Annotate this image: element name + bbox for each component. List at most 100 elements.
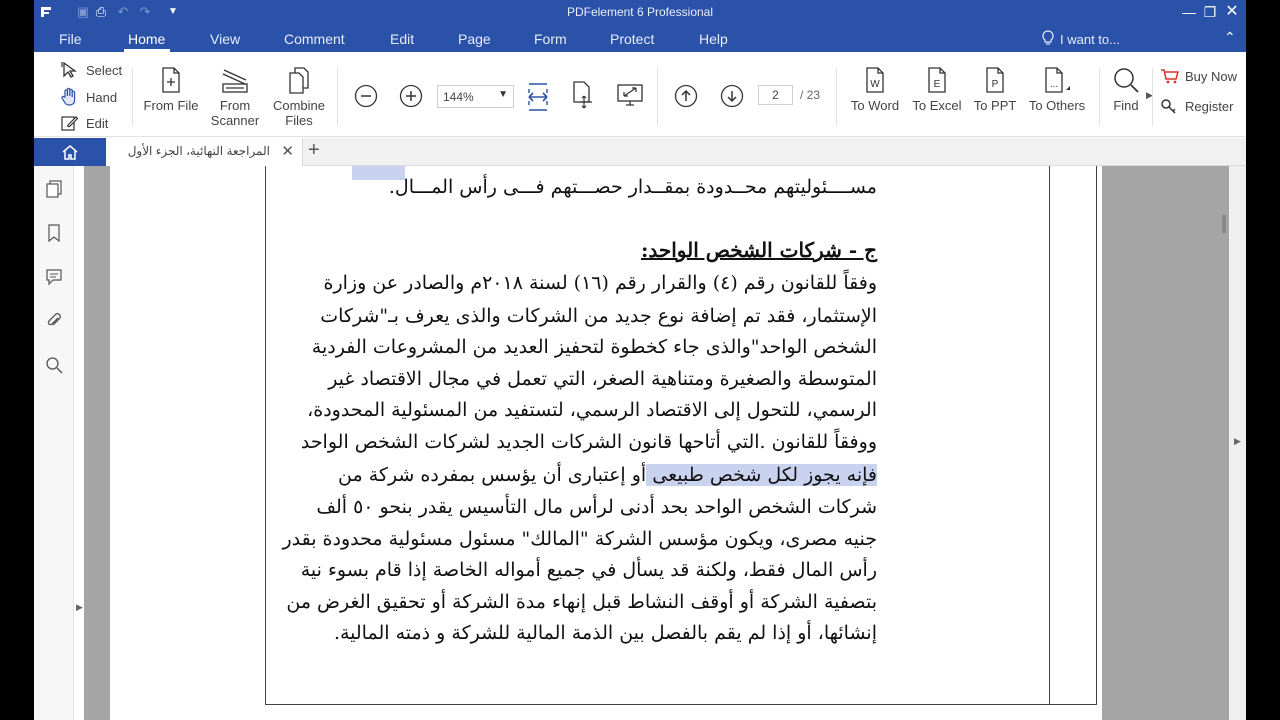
attachment-icon[interactable] xyxy=(45,312,63,330)
lightbulb-icon xyxy=(1042,30,1054,45)
screen-frame-left xyxy=(0,0,34,720)
register-button[interactable]: Register xyxy=(1160,98,1233,114)
to-word-label: To Word xyxy=(850,98,900,113)
menu-help[interactable]: Help xyxy=(699,31,728,47)
to-others-button[interactable]: ... To Others xyxy=(1026,66,1088,113)
find-button[interactable]: Find xyxy=(1109,66,1143,113)
add-tab-icon[interactable]: + xyxy=(308,139,320,162)
fit-page-icon[interactable] xyxy=(570,80,596,110)
ppt-file-icon: P xyxy=(986,67,1004,93)
text-line: وفقاً للقانون رقم (٤) والقرار رقم (١٦) ل… xyxy=(323,272,878,294)
menu-bar: File Home View Comment Edit Page Form Pr… xyxy=(34,25,1246,52)
fit-width-icon[interactable] xyxy=(526,82,550,112)
restore-icon[interactable]: ❐ xyxy=(1199,2,1221,22)
buy-now-label: Buy Now xyxy=(1185,68,1238,84)
collapse-ribbon-icon[interactable]: ⌃ xyxy=(1224,29,1236,46)
search-icon[interactable] xyxy=(45,356,63,374)
to-excel-button[interactable]: E To Excel xyxy=(908,66,966,113)
text-line: الرسمي، للتحول إلى الاقتصاد الرسمي، لتست… xyxy=(307,399,877,421)
to-word-button[interactable]: W To Word xyxy=(846,66,904,113)
next-page-icon[interactable] xyxy=(720,84,744,108)
edit-icon xyxy=(61,116,78,131)
menu-protect[interactable]: Protect xyxy=(610,31,654,47)
new-file-icon xyxy=(162,67,180,93)
svg-text:E: E xyxy=(934,79,941,90)
combine-files-button[interactable]: Combine Files xyxy=(270,66,328,128)
zoom-select[interactable]: 144% ▼ xyxy=(437,85,514,108)
table-column-divider xyxy=(1049,166,1050,705)
ribbon-separator xyxy=(1099,68,1100,126)
text-line: الشخص الواحد"والذى جاء كخطوة لتحفيز العد… xyxy=(311,336,877,358)
document-tab-bar: المراجعة النهائية، الجزء الأول ✕ + xyxy=(34,138,1246,166)
to-ppt-button[interactable]: P To PPT xyxy=(966,66,1024,113)
home-tab[interactable] xyxy=(34,138,106,166)
menu-home[interactable]: Home xyxy=(128,31,165,47)
expand-sidebar-icon[interactable]: ▶ xyxy=(76,602,83,613)
to-excel-label: To Excel xyxy=(912,98,962,113)
menu-edit[interactable]: Edit xyxy=(390,31,414,47)
bookmark-icon[interactable] xyxy=(45,224,63,242)
from-file-label: From File xyxy=(143,98,199,113)
menu-form[interactable]: Form xyxy=(534,31,567,47)
search-input[interactable]: I want to... xyxy=(1060,32,1120,47)
page-total: / 23 xyxy=(800,88,821,102)
menu-comment[interactable]: Comment xyxy=(284,31,345,47)
comment-icon[interactable] xyxy=(45,268,63,286)
text-line: مســــئوليتهم محــدودة بمقــدار حصـــتهم… xyxy=(388,176,877,198)
minimize-icon[interactable]: — xyxy=(1178,2,1200,22)
text-line: رأس المال فقط، ولكنة قد يسأل في جميع أمو… xyxy=(300,559,877,581)
text-line: الإستثمار، فقد تم إضافة نوع جديد من الشر… xyxy=(320,305,877,327)
document-viewport[interactable]: مســــئوليتهم محــدودة بمقــدار حصـــتهم… xyxy=(84,166,1229,720)
menu-page[interactable]: Page xyxy=(458,31,491,47)
text-line: المتوسطة والصغيرة ومتناهية الصغر، التي ت… xyxy=(328,368,877,390)
ribbon-toolbar: Select Hand Edit From File From Scanner C… xyxy=(34,52,1246,137)
cursor-icon xyxy=(61,61,77,78)
zoom-value: 144% xyxy=(443,90,474,104)
svg-text:W: W xyxy=(870,79,880,90)
edit-tool[interactable]: Edit xyxy=(60,112,108,134)
svg-text:...: ... xyxy=(1050,79,1058,90)
app-window: ▣ ⎙ ↶ ↷ ▼ PDFelement 6 Professional — ❐ … xyxy=(34,0,1246,720)
window-title: PDFelement 6 Professional xyxy=(566,5,714,19)
highlighted-text[interactable]: فإنه يجوز لكل شخص طبيعى xyxy=(646,464,877,486)
text-line: بتصفية الشركة أو أوقف النشاط قبل إنهاء م… xyxy=(286,591,877,613)
scrollbar-thumb[interactable] xyxy=(1222,215,1226,233)
from-file-button[interactable]: From File xyxy=(142,66,200,113)
screen-frame-right xyxy=(1246,0,1280,720)
other-file-icon: ... xyxy=(1045,67,1070,93)
zoom-in-icon[interactable] xyxy=(399,84,423,108)
close-tab-icon[interactable]: ✕ xyxy=(281,142,294,160)
pdf-page[interactable]: مســــئوليتهم محــدودة بمقــدار حصـــتهم… xyxy=(110,166,1102,720)
hand-tool[interactable]: Hand xyxy=(60,86,117,108)
menu-file[interactable]: File xyxy=(59,31,82,47)
ribbon-separator xyxy=(132,68,133,126)
thumbnails-icon[interactable] xyxy=(45,180,63,198)
select-label: Select xyxy=(86,62,123,78)
to-ppt-label: To PPT xyxy=(973,98,1017,113)
key-icon xyxy=(1161,99,1176,114)
zoom-out-icon[interactable] xyxy=(354,84,378,108)
menu-view[interactable]: View xyxy=(210,31,240,47)
edit-label: Edit xyxy=(86,115,109,131)
svg-text:P: P xyxy=(992,79,999,90)
from-scanner-label: From Scanner xyxy=(210,98,260,128)
document-tab[interactable]: المراجعة النهائية، الجزء الأول ✕ xyxy=(106,138,303,166)
full-screen-icon[interactable] xyxy=(616,83,644,109)
section-heading: ج - شركات الشخص الواحد: xyxy=(641,238,877,262)
home-icon xyxy=(62,145,78,160)
from-scanner-button[interactable]: From Scanner xyxy=(206,66,264,128)
search-icon xyxy=(1114,68,1139,93)
cart-icon xyxy=(1161,69,1179,84)
previous-page-icon[interactable] xyxy=(674,84,698,108)
ribbon-separator xyxy=(657,68,658,126)
text-line: شركات الشخص الواحد بحد أدنى لرأس مال الت… xyxy=(316,496,877,518)
word-file-icon: W xyxy=(866,67,884,93)
page-number-input[interactable]: 2 xyxy=(758,85,793,105)
expand-right-panel-icon[interactable]: ▶ xyxy=(1234,436,1241,447)
text-line-highlighted: فإنه يجوز لكل شخص طبيعى أو إعتبارى أن يؤ… xyxy=(338,464,877,486)
select-tool[interactable]: Select xyxy=(60,59,122,81)
combine-files-icon xyxy=(289,67,309,94)
buy-now-button[interactable]: Buy Now xyxy=(1160,68,1237,84)
chevron-down-icon: ▼ xyxy=(498,89,508,100)
close-window-icon[interactable]: ✕ xyxy=(1221,2,1243,22)
